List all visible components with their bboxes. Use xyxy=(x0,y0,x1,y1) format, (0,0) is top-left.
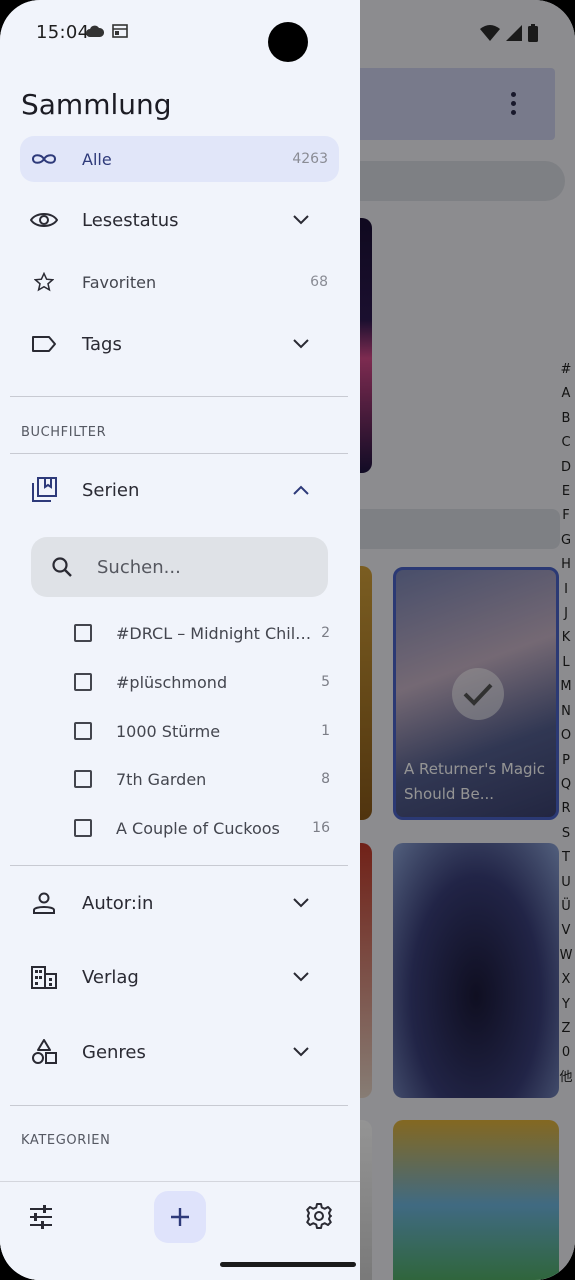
nav-item-favorites[interactable]: Favoriten 68 xyxy=(20,258,339,306)
status-right-icons xyxy=(480,22,538,44)
checkbox[interactable] xyxy=(74,624,92,642)
calendar-icon xyxy=(112,24,128,38)
add-button[interactable] xyxy=(154,1191,206,1243)
series-label: A Couple of Cuckoos xyxy=(116,818,280,838)
infinity-icon xyxy=(30,145,58,173)
series-search-input[interactable] xyxy=(97,556,297,578)
tune-icon[interactable] xyxy=(28,1204,54,1230)
nav-label: Alle xyxy=(82,149,112,169)
star-icon xyxy=(30,268,58,296)
checkbox[interactable] xyxy=(74,770,92,788)
divider xyxy=(10,396,348,397)
phone-screen: A Returner's Magic Should Be... # A B C D E F G… xyxy=(0,0,575,1280)
series-search-field[interactable] xyxy=(31,537,328,597)
chevron-down-icon xyxy=(289,332,313,356)
chevron-up-icon xyxy=(289,478,313,502)
nav-item-series[interactable]: Serien xyxy=(20,466,339,514)
status-left-icons xyxy=(86,24,128,38)
signal-icon xyxy=(506,25,522,41)
series-row[interactable]: #DRCL – Midnight Children 2 xyxy=(74,613,330,653)
series-label: #DRCL – Midnight Children xyxy=(116,623,314,643)
series-count: 1 xyxy=(321,723,330,739)
series-label: 7th Garden xyxy=(116,769,207,789)
checkbox[interactable] xyxy=(74,819,92,837)
checkbox[interactable] xyxy=(74,673,92,691)
cloud-icon xyxy=(86,25,104,37)
person-icon xyxy=(30,889,58,917)
nav-count: 4263 xyxy=(292,151,328,167)
series-count: 8 xyxy=(321,771,330,787)
series-count: 2 xyxy=(321,625,330,641)
nav-item-tags[interactable]: Tags xyxy=(20,320,339,368)
status-time: 15:04 xyxy=(36,22,90,43)
section-heading-categories: KATEGORIEN xyxy=(21,1133,111,1148)
camera-cutout xyxy=(268,22,308,62)
navigation-drawer: 15:04 Sammlung Alle 4263 Lesestatus Favo… xyxy=(0,0,360,1280)
settings-gear-icon[interactable] xyxy=(305,1202,333,1230)
series-label: #plüschmond xyxy=(116,672,228,692)
building-icon xyxy=(30,963,58,991)
divider xyxy=(10,865,348,866)
series-label: 1000 Stürme xyxy=(116,721,221,741)
nav-item-all[interactable]: Alle 4263 xyxy=(20,136,339,182)
gesture-handle[interactable] xyxy=(220,1262,356,1267)
chevron-down-icon xyxy=(289,891,313,915)
chevron-down-icon xyxy=(289,1040,313,1064)
nav-item-genres[interactable]: Genres xyxy=(20,1028,339,1076)
chevron-down-icon xyxy=(289,965,313,989)
nav-item-publisher[interactable]: Verlag xyxy=(20,953,339,1001)
series-row[interactable]: 7th Garden 8 xyxy=(74,759,330,799)
series-row[interactable]: 1000 Stürme 1 xyxy=(74,711,330,751)
shapes-icon xyxy=(30,1038,58,1066)
eye-icon xyxy=(30,206,58,234)
nav-item-reading-status[interactable]: Lesestatus xyxy=(20,196,339,244)
battery-icon xyxy=(528,24,538,42)
label-icon xyxy=(30,330,58,358)
wifi-icon xyxy=(480,25,500,41)
chevron-down-icon xyxy=(289,208,313,232)
nav-label: Tags xyxy=(82,333,122,355)
series-row[interactable]: A Couple of Cuckoos 16 xyxy=(74,808,330,848)
nav-label: Verlag xyxy=(82,966,139,988)
nav-item-author[interactable]: Autor:in xyxy=(20,879,339,927)
series-row[interactable]: #plüschmond 5 xyxy=(74,662,330,702)
nav-label: Autor:in xyxy=(82,892,154,914)
nav-label: Lesestatus xyxy=(82,209,179,231)
series-count: 5 xyxy=(321,674,330,690)
series-count: 16 xyxy=(312,820,330,836)
nav-label: Favoriten xyxy=(82,272,157,292)
drawer-title: Sammlung xyxy=(21,88,172,121)
section-heading-book-filter: BUCHFILTER xyxy=(21,425,107,440)
divider xyxy=(10,453,348,454)
search-icon xyxy=(52,557,72,577)
library-books-icon xyxy=(30,476,58,504)
nav-count: 68 xyxy=(310,274,328,290)
divider xyxy=(10,1105,348,1106)
plus-icon xyxy=(171,1208,189,1226)
nav-label: Genres xyxy=(82,1041,146,1063)
nav-label: Serien xyxy=(82,479,140,501)
checkbox[interactable] xyxy=(74,722,92,740)
